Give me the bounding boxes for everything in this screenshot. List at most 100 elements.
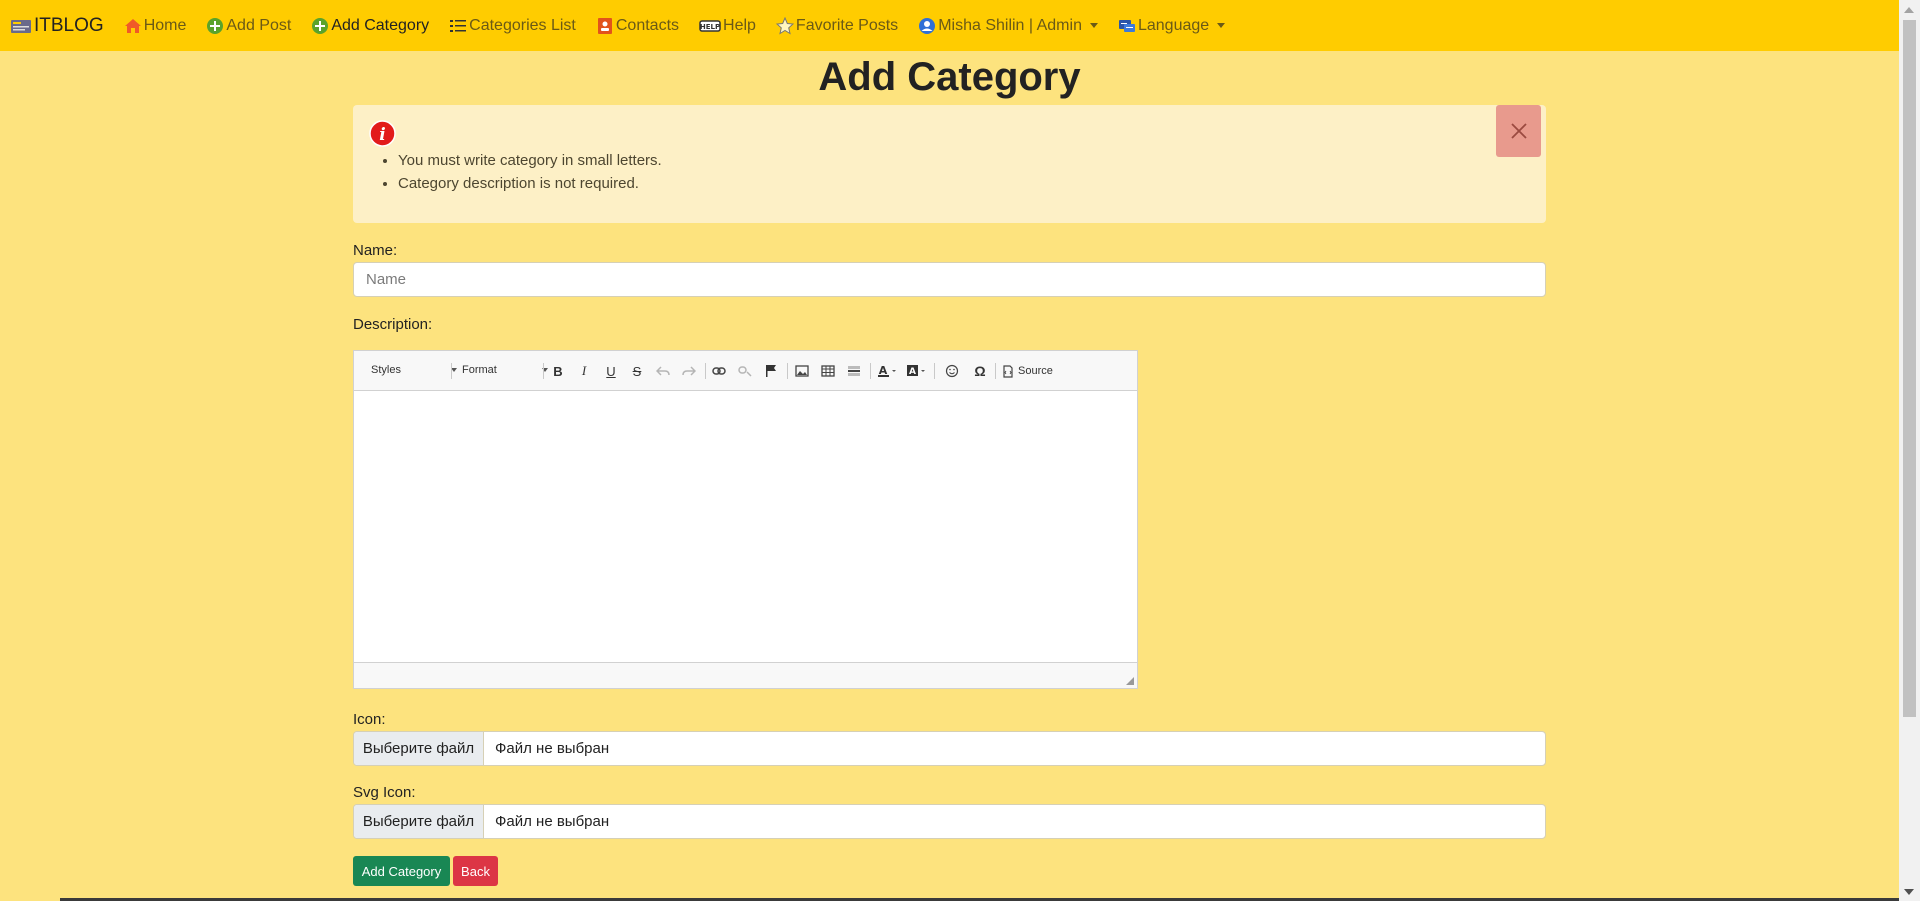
anchor-button[interactable] [761,361,781,381]
svg-icon-label: Svg Icon: [353,784,416,801]
format-dropdown-label: Format [462,364,497,376]
page-title: Add Category [818,55,1081,99]
undo-button[interactable] [653,361,673,381]
text-color-icon: A [878,364,896,377]
source-button[interactable]: Source [1002,360,1062,382]
icon-label: Icon: [353,711,386,728]
nav-add-post[interactable]: Add Post [206,17,291,35]
underline-button[interactable]: U [601,361,621,381]
nav-add-post-label: Add Post [226,16,292,34]
nav-categories-list[interactable]: Categories List [449,17,576,35]
alert-list: You must write category in small letters… [373,149,662,195]
source-icon [1003,364,1013,378]
italic-icon: I [581,363,587,378]
name-input[interactable] [353,262,1546,297]
horizontal-line-button[interactable] [844,361,864,381]
horizontal-line-icon [848,366,860,376]
strikethrough-button[interactable]: S [627,361,647,381]
redo-icon [682,366,696,376]
svg-icon-file-status: Файл не выбран [495,813,610,830]
toolbar-separator [451,363,452,379]
format-dropdown[interactable]: Format [462,359,548,381]
underline-icon: U [606,363,616,379]
add-category-button[interactable]: Add Category [353,856,450,886]
table-icon [821,365,835,377]
table-button[interactable] [818,361,838,381]
unlink-icon [738,366,752,377]
svg-text:A: A [909,367,916,377]
nav-add-category[interactable]: Add Category [311,17,429,35]
back-button[interactable]: Back [453,856,498,886]
smiley-icon [945,364,959,378]
brand[interactable]: ITBLOG [10,15,104,37]
nav-favorite-posts[interactable]: Favorite Posts [775,16,899,35]
nav-categories-list-label: Categories List [469,16,576,34]
svg-icon-file-button[interactable]: Выберите файл [354,805,484,838]
description-label: Description: [353,316,433,333]
smiley-button[interactable] [942,361,962,381]
special-char-button[interactable]: Ω [970,361,990,381]
plus-circle-icon [207,17,224,34]
link-button[interactable] [709,361,729,381]
toolbar-separator [995,363,996,379]
italic-button[interactable]: I [574,361,594,381]
nav-contacts[interactable]: Contacts [596,17,679,35]
text-color-button[interactable]: A [876,361,900,381]
language-icon [1118,19,1135,32]
strikethrough-icon: S [632,363,642,379]
info-icon: i [369,120,396,147]
contacts-icon [597,17,612,34]
bold-button[interactable]: B [548,361,568,381]
icon-file-status: Файл не выбран [495,740,610,757]
nav-language-dropdown[interactable]: Language [1118,17,1226,35]
nav-contacts-label: Contacts [615,16,680,34]
unlink-button[interactable] [735,361,755,381]
nav-add-category-label: Add Category [331,16,430,34]
background-color-button[interactable]: A [905,361,929,381]
toolbar-separator [543,363,544,379]
nav-home-label: Home [143,16,187,34]
styles-dropdown[interactable]: Styles [371,359,457,381]
nav-favorite-posts-label: Favorite Posts [795,16,899,34]
toolbar-separator [870,363,871,379]
redo-button[interactable] [679,361,699,381]
omega-icon: Ω [974,363,986,379]
brand-label: ITBLOG [34,14,104,36]
chevron-down-icon [1089,23,1098,28]
alert-item: Category description is not required. [398,172,662,195]
nav-home[interactable]: Home [124,16,187,35]
background-color-icon: A [907,365,925,377]
plus-circle-icon [312,17,329,34]
bold-icon: B [553,363,563,379]
icon-file-button[interactable]: Выберите файл [354,732,484,765]
editor-status-bar [354,662,1137,688]
user-icon [919,17,936,34]
scrollbar-thumb[interactable] [1903,20,1916,717]
page-scrollbar[interactable] [1899,0,1920,901]
help-icon: HELP [699,19,721,32]
blog-logo-icon [11,19,31,33]
star-icon [775,16,794,35]
editor-toolbar: Styles Format B I U S A A Ω Source [354,351,1137,391]
svg-text:i: i [379,125,385,145]
svg-icon-file-input[interactable]: Выберите файл Файл не выбран [353,804,1546,839]
nav-user-dropdown[interactable]: Misha Shilin | Admin [918,17,1098,35]
nav-help-label: Help [723,16,756,34]
scroll-down-arrow-icon[interactable] [1904,889,1914,895]
description-editor: Styles Format B I U S A A Ω Source [353,350,1138,689]
scroll-up-arrow-icon[interactable] [1904,7,1914,13]
home-icon [124,18,141,33]
image-icon [795,365,809,377]
resize-handle-icon[interactable] [1126,677,1134,685]
icon-file-input[interactable]: Выберите файл Файл не выбран [353,731,1546,766]
chevron-down-icon [1217,23,1226,28]
image-button[interactable] [792,361,812,381]
close-icon [1510,123,1527,139]
nav-help[interactable]: HELP Help [699,17,756,35]
editor-content-area[interactable] [354,391,1137,663]
toolbar-separator [787,363,788,379]
alert-close-button[interactable] [1496,105,1541,157]
toolbar-separator [705,363,706,379]
name-label: Name: [353,242,398,259]
link-icon [712,367,726,375]
